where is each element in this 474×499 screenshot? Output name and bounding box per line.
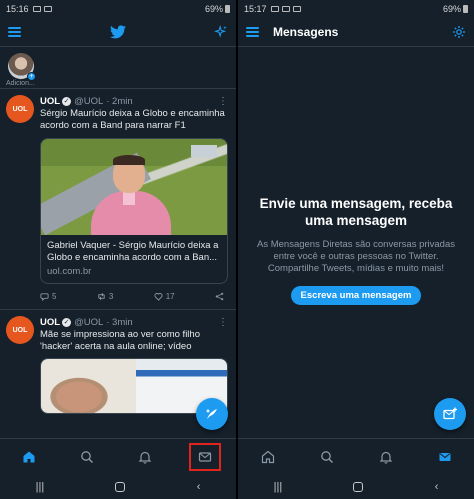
- status-bar: 15:17 69%: [238, 0, 474, 17]
- reply-icon: [40, 293, 49, 301]
- tweet-author-name[interactable]: UOL: [40, 96, 60, 107]
- page-title: Mensagens: [273, 24, 339, 39]
- battery-icon: [463, 4, 468, 13]
- search-icon: [320, 450, 333, 463]
- tab-notifications[interactable]: [131, 443, 159, 471]
- retweet-icon: [98, 293, 105, 300]
- home-screen: 15:16 69% + Adicion... UOL UOL ✓ @UOL · …: [0, 0, 236, 499]
- add-fleet-label: Adicion...: [6, 80, 35, 87]
- tweet-text: Sérgio Maurício deixa a Globo e encaminh…: [40, 108, 225, 131]
- menu-icon[interactable]: [246, 26, 259, 37]
- home-nav-icon[interactable]: [115, 481, 126, 492]
- more-options-icon[interactable]: ⋮: [218, 317, 228, 328]
- avatar[interactable]: UOL: [6, 95, 34, 123]
- tab-home[interactable]: [254, 443, 282, 471]
- status-time: 15:17: [244, 3, 267, 14]
- empty-state-title: Envie uma mensagem, receba uma mensagem: [259, 196, 453, 228]
- home-icon: [23, 451, 35, 462]
- retweet-count: 3: [108, 292, 114, 301]
- settings-icon[interactable]: [452, 25, 466, 39]
- write-message-button[interactable]: Escreva uma mensagem: [290, 286, 422, 305]
- sparkle-icon[interactable]: [214, 24, 228, 39]
- empty-state-description: As Mensagens Diretas são conversas priva…: [256, 239, 455, 274]
- plus-icon: +: [27, 72, 36, 81]
- battery-icon: [225, 4, 230, 13]
- add-fleet-avatar[interactable]: +: [8, 53, 36, 81]
- tab-notifications[interactable]: [372, 443, 400, 471]
- more-options-icon[interactable]: ⋮: [218, 96, 228, 107]
- tweet[interactable]: UOL UOL ✓ @UOL · 2min ⋮ Sérgio Maurício …: [0, 89, 236, 307]
- tweet-author-handle: @UOL: [74, 316, 104, 328]
- avatar[interactable]: UOL: [6, 316, 34, 344]
- home-header: [0, 17, 236, 47]
- notification-icon: [281, 5, 290, 12]
- messages-icon: [198, 451, 212, 462]
- notifications-icon: [379, 451, 392, 464]
- compose-tweet-button[interactable]: [196, 398, 228, 430]
- notification-icon: [43, 5, 52, 12]
- status-bar: 15:16 69%: [0, 0, 236, 17]
- tab-messages[interactable]: [431, 443, 459, 471]
- battery-percent: 69%: [442, 3, 461, 14]
- back-icon[interactable]: ‹: [197, 481, 201, 493]
- messages-screen: 15:17 69% Mensagens Envie uma mensagem, …: [238, 0, 474, 499]
- verified-icon: ✓: [62, 317, 72, 327]
- verified-icon: ✓: [62, 96, 72, 106]
- link-card-title: Gabriel Vaquer - Sérgio Maurício deixa a…: [47, 240, 219, 263]
- back-icon[interactable]: ‹: [435, 481, 439, 493]
- link-card-domain: uol.com.br: [47, 266, 92, 277]
- like-button[interactable]: 17: [154, 292, 175, 301]
- tab-messages[interactable]: [189, 442, 221, 471]
- tweet[interactable]: UOL UOL ✓ @UOL · 3min ⋮ Mãe se impressio…: [0, 310, 236, 414]
- share-icon: [215, 292, 224, 301]
- messages-empty-state: Envie uma mensagem, receba uma mensagem …: [238, 195, 474, 305]
- messages-icon: [439, 452, 450, 461]
- tweet-time: · 3min: [106, 316, 133, 328]
- tweet-author-handle: @UOL: [74, 95, 104, 107]
- menu-icon[interactable]: [8, 26, 21, 37]
- retweet-button[interactable]: 3: [97, 292, 113, 301]
- home-nav-icon[interactable]: [353, 481, 364, 492]
- status-time: 15:16: [6, 3, 29, 14]
- bottom-tab-bar: [238, 438, 474, 474]
- bottom-tab-bar: [0, 438, 236, 474]
- tweet-text: Mãe se impressiona ao ver como filho 'ha…: [40, 329, 200, 352]
- new-message-icon: [443, 407, 457, 420]
- tweet-actions: 5 3 17: [40, 284, 228, 307]
- battery-percent: 69%: [204, 3, 223, 14]
- twitter-bird-icon: [109, 24, 126, 38]
- compose-icon: [206, 409, 217, 419]
- recent-apps-icon[interactable]: |||: [274, 481, 283, 493]
- search-icon: [81, 450, 93, 463]
- reply-button[interactable]: 5: [40, 292, 56, 301]
- link-card[interactable]: Gabriel Vaquer - Sérgio Maurício deixa a…: [40, 138, 228, 284]
- tweet-author-name[interactable]: UOL: [40, 317, 60, 328]
- share-button[interactable]: [215, 292, 224, 301]
- android-nav-bar: ||| ‹: [238, 474, 474, 499]
- link-card-image: [41, 139, 227, 235]
- fleets-bar: + Adicion...: [0, 47, 236, 89]
- notification-icon: [270, 5, 279, 12]
- android-nav-bar: ||| ‹: [0, 474, 236, 499]
- notifications-icon: [138, 451, 152, 464]
- messages-header: Mensagens: [238, 17, 474, 47]
- tab-home[interactable]: [15, 443, 43, 471]
- tweet-time: · 2min: [106, 95, 133, 107]
- new-message-button[interactable]: [434, 398, 466, 430]
- tab-search[interactable]: [313, 443, 341, 471]
- notification-icon: [292, 5, 301, 12]
- like-icon: [154, 293, 163, 301]
- tab-search[interactable]: [73, 443, 101, 471]
- notification-icon: [32, 5, 41, 12]
- recent-apps-icon[interactable]: |||: [36, 481, 45, 493]
- home-icon: [261, 450, 274, 463]
- like-count: 17: [165, 292, 175, 301]
- reply-count: 5: [52, 292, 57, 301]
